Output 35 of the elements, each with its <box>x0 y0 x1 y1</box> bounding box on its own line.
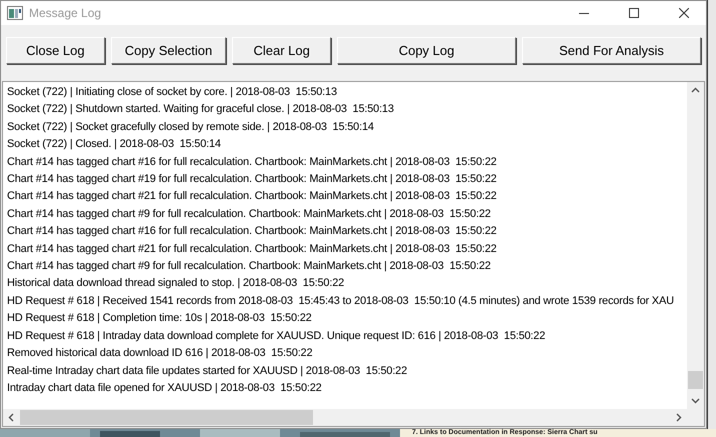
maximize-icon <box>629 8 640 18</box>
scroll-thumb[interactable] <box>20 410 312 425</box>
window-title: Message Log <box>29 6 102 20</box>
scroll-thumb[interactable] <box>688 371 704 389</box>
toolbar-button[interactable]: Close Log <box>6 37 105 64</box>
log-line: Chart #14 has tagged chart #16 for full recalculation. Chartbook: MainMarkets.cht | 2018-08-03 15:50:22 <box>7 224 497 240</box>
log-line: Socket (722) | Closed. | 2018-08-03 15:50:14 <box>7 137 221 152</box>
log-line: Intraday chart data file opened for XAUUSD | 2018-08-03 15:50:22 <box>7 380 322 396</box>
chevron-right-icon <box>674 413 684 422</box>
log-line: Real-time Intraday chart data file updates started for XAUUSD | 2018-08-03 15:50:22 <box>7 364 408 378</box>
log-line: Socket (722) | Socket gracefully closed by remote side. | 2018-08-03 15:50:14 <box>7 120 374 135</box>
horizontal-scrollbar[interactable] <box>3 409 688 426</box>
chevron-up-icon <box>691 86 700 95</box>
app-icon <box>7 6 23 20</box>
log-line: HD Request # 618 | Completion time: 10s | 2018-08-03 15:50:22 <box>7 311 312 326</box>
log-line: Chart #14 has tagged chart #16 for full recalculation. Chartbook: MainMarkets.cht | 2018-08-03 15:50:22 <box>7 154 497 170</box>
toolbar-button[interactable]: Clear Log <box>232 37 332 64</box>
chevron-left-icon <box>7 413 16 422</box>
vertical-scrollbar[interactable] <box>687 82 704 409</box>
log-line: Historical data download thread signaled to stop. | 2018-08-03 15:50:22 <box>7 276 344 292</box>
toolbar-button[interactable]: Copy Log <box>337 37 516 64</box>
log-line: HD Request # 618 | Received 1541 records from 2018-08-03 15:45:43 to 2018-08-03 15:50:10 (4.5 minutes) and wrote 1539 records for XAU <box>7 294 674 309</box>
chevron-down-icon <box>691 396 700 405</box>
log-line: Removed historical data download ID 616 | 2018-08-03 15:50:22 <box>7 346 312 362</box>
close-icon <box>679 8 690 18</box>
log-line: Chart #14 has tagged chart #19 for full recalculation. Chartbook: MainMarkets.cht | 2018-08-03 15:50:22 <box>7 172 497 188</box>
toolbar-button[interactable]: Send For Analysis <box>522 37 702 64</box>
log-line: Chart #14 has tagged chart #9 for full recalculation. Chartbook: MainMarkets.cht | 2018-08-03 15:50:22 <box>7 259 491 274</box>
log-line: HD Request # 618 | Intraday data download complete for XAUUSD. Unique request ID: 616 | 2018-08-03 15:50:22 <box>7 328 546 344</box>
log-line: Socket (722) | Shutdown started. Waiting for graceful close. | 2018-08-03 15:50:13 <box>7 102 394 118</box>
log-line: Chart #14 has tagged chart #9 for full recalculation. Chartbook: MainMarkets.cht | 2018-08-03 15:50:22 <box>7 206 491 222</box>
log-line: Socket (722) | Initiating close of socket by core. | 2018-08-03 15:50:13 <box>7 85 337 100</box>
toolbar-button[interactable]: Copy Selection <box>110 37 226 64</box>
log-line: Chart #14 has tagged chart #21 for full recalculation. Chartbook: MainMarkets.cht | 2018-08-03 15:50:22 <box>7 189 497 204</box>
log-line: Chart #14 has tagged chart #21 for full recalculation. Chartbook: MainMarkets.cht | 2018-08-03 15:50:22 <box>7 242 497 257</box>
